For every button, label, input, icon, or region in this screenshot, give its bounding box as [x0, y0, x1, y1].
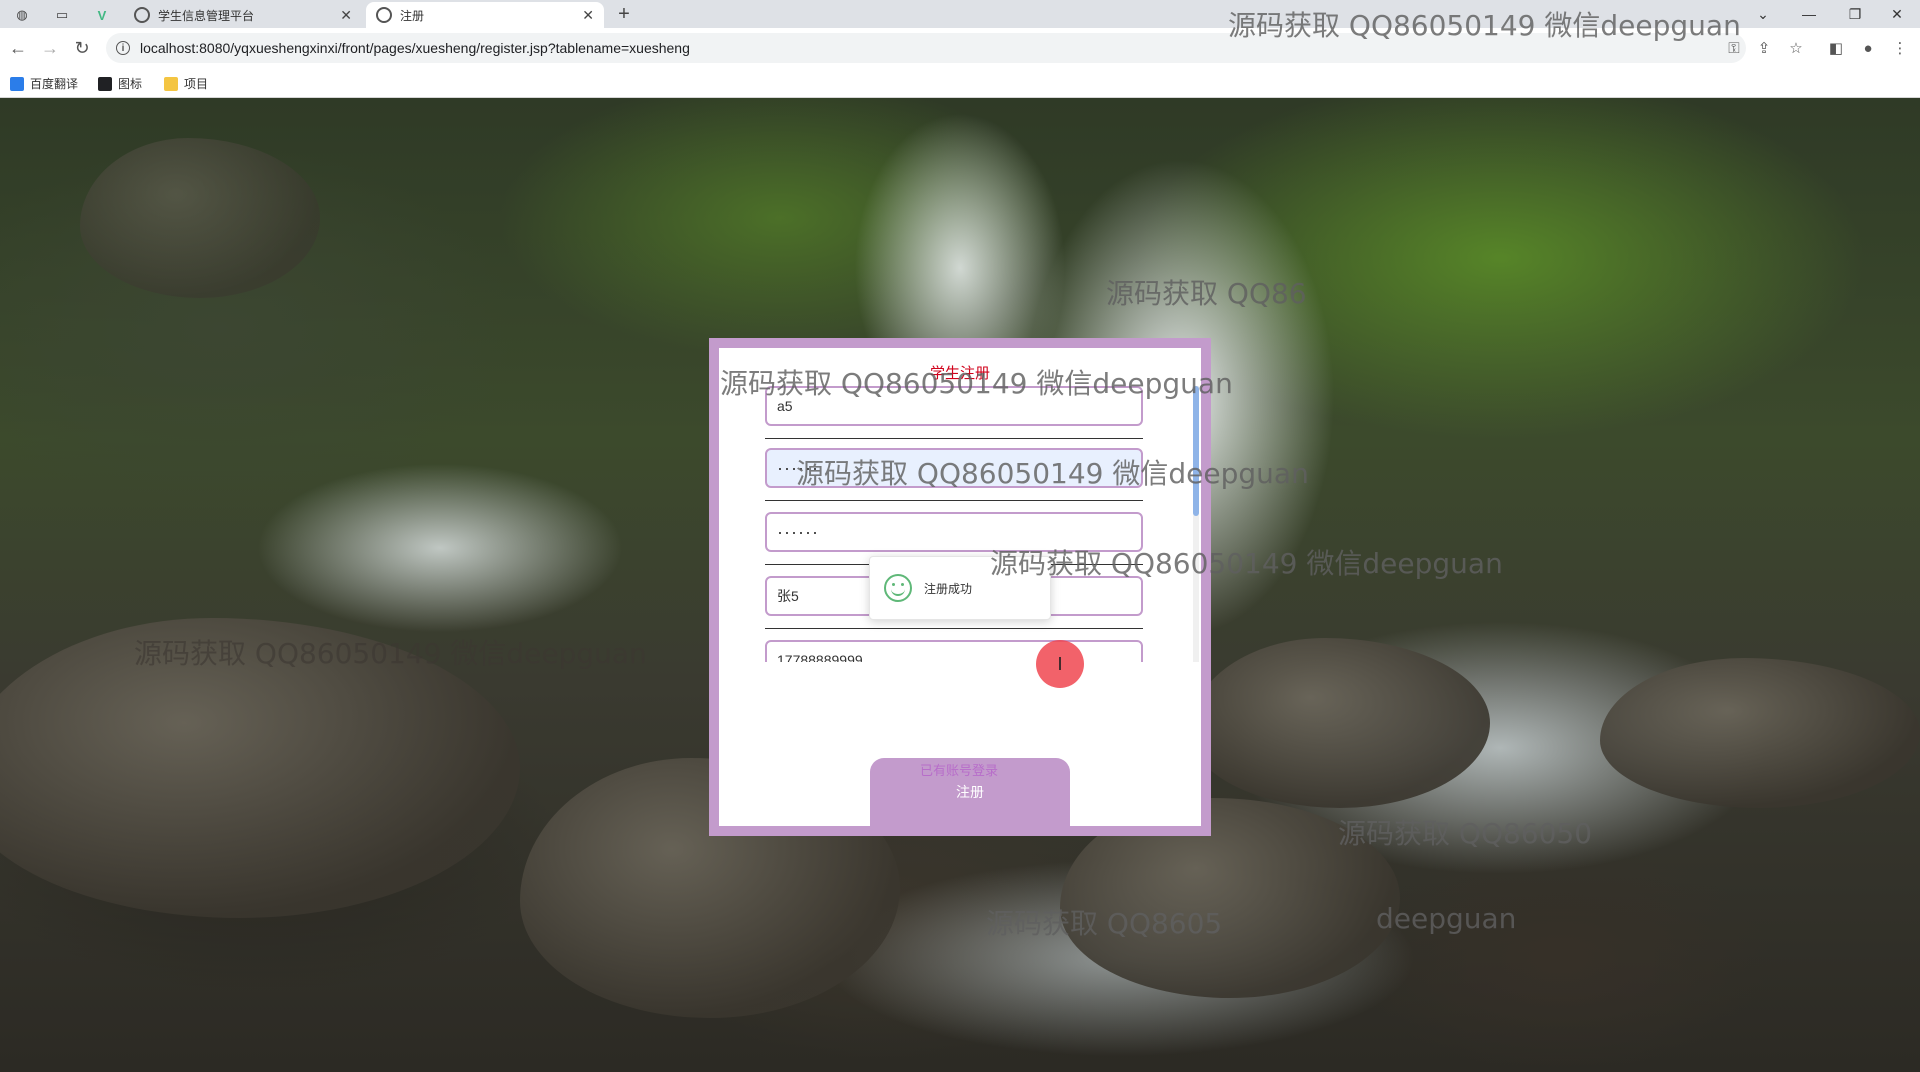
background-rock	[80, 138, 320, 298]
browser-toolbar: ← → ↻ i localhost:8080/yqxueshengxinxi/f…	[0, 28, 1920, 68]
back-arrow-icon[interactable]: ←	[6, 36, 30, 60]
side-panel-icon[interactable]: ◧	[1824, 36, 1848, 60]
background-rock	[0, 618, 520, 918]
translate-icon	[10, 76, 24, 91]
image-icon	[98, 76, 112, 91]
browser-tab-bar: ◍ ▭ V 学生信息管理平台 ✕ 注册 ✕ + ⌄ — ❐ ✕	[0, 0, 1920, 28]
bookmark-label: 图标	[118, 77, 143, 91]
text-cursor-icon: I	[1057, 653, 1063, 674]
scrollbar-thumb[interactable]	[1193, 386, 1199, 516]
address-bar[interactable]: i localhost:8080/yqxueshengxinxi/front/p…	[106, 33, 1746, 63]
bookmarks-bar: 百度翻译 图标 项目	[0, 68, 1920, 98]
success-toast: 注册成功	[869, 556, 1051, 620]
toast-message: 注册成功	[924, 581, 973, 596]
bookmark-translate[interactable]: 百度翻译	[10, 75, 78, 92]
bookmark-label: 项目	[184, 77, 209, 91]
form-scroll-area[interactable]: a5 ······ ······ 张5 17788889999	[719, 386, 1201, 662]
bookmark-label: 百度翻译	[30, 77, 79, 91]
folder-icon	[164, 76, 178, 91]
tab-pinned-globe-icon[interactable]: ◍	[8, 4, 36, 26]
tab-title: 注册	[400, 8, 425, 23]
tab-title: 学生信息管理平台	[158, 8, 255, 23]
close-icon[interactable]: ✕	[582, 7, 594, 24]
key-icon[interactable]: ⚿	[1722, 36, 1746, 60]
forward-arrow-icon[interactable]: →	[38, 36, 62, 60]
form-title: 学生注册	[929, 365, 990, 382]
globe-icon	[376, 7, 392, 23]
close-icon[interactable]: ✕	[340, 7, 352, 24]
reload-icon[interactable]: ↻	[70, 36, 94, 60]
tab-pinned-vue-icon[interactable]: V	[88, 4, 116, 26]
tab-register[interactable]: 注册 ✕	[366, 2, 604, 28]
background-rock	[1190, 638, 1490, 808]
field-divider	[765, 438, 1143, 439]
new-tab-button[interactable]: +	[610, 2, 638, 26]
login-link[interactable]: 已有账号登录	[920, 760, 998, 779]
confirm-password-input[interactable]: ······	[765, 512, 1143, 552]
tab-search-chevron-icon[interactable]: ⌄	[1740, 2, 1786, 26]
smile-icon	[884, 574, 912, 602]
address-url[interactable]: localhost:8080/yqxueshengxinxi/front/pag…	[140, 40, 690, 56]
menu-kebab-icon[interactable]: ⋮	[1888, 36, 1912, 60]
bookmark-icons[interactable]: 图标	[98, 75, 142, 92]
tab-pinned-blank-icon[interactable]: ▭	[48, 4, 76, 26]
account-input[interactable]: a5	[765, 386, 1143, 426]
background-rock	[1600, 658, 1920, 808]
bookmark-projects[interactable]: 项目	[164, 75, 208, 92]
form-scrollbar[interactable]	[1193, 386, 1199, 662]
tab-student-platform[interactable]: 学生信息管理平台 ✕	[124, 2, 362, 28]
password-input[interactable]: ······	[765, 448, 1143, 488]
field-divider	[765, 628, 1143, 629]
text-cursor-highlight: I	[1036, 640, 1084, 688]
field-divider	[765, 500, 1143, 501]
info-icon[interactable]: i	[116, 41, 130, 55]
phone-input[interactable]: 17788889999	[765, 640, 1143, 662]
minimize-button[interactable]: —	[1786, 2, 1832, 26]
globe-icon	[134, 7, 150, 23]
close-window-button[interactable]: ✕	[1874, 2, 1920, 26]
share-icon[interactable]: ⇪	[1752, 36, 1776, 60]
profile-avatar-icon[interactable]: ●	[1856, 36, 1880, 60]
restore-button[interactable]: ❐	[1832, 2, 1878, 26]
star-icon[interactable]: ☆	[1784, 36, 1808, 60]
